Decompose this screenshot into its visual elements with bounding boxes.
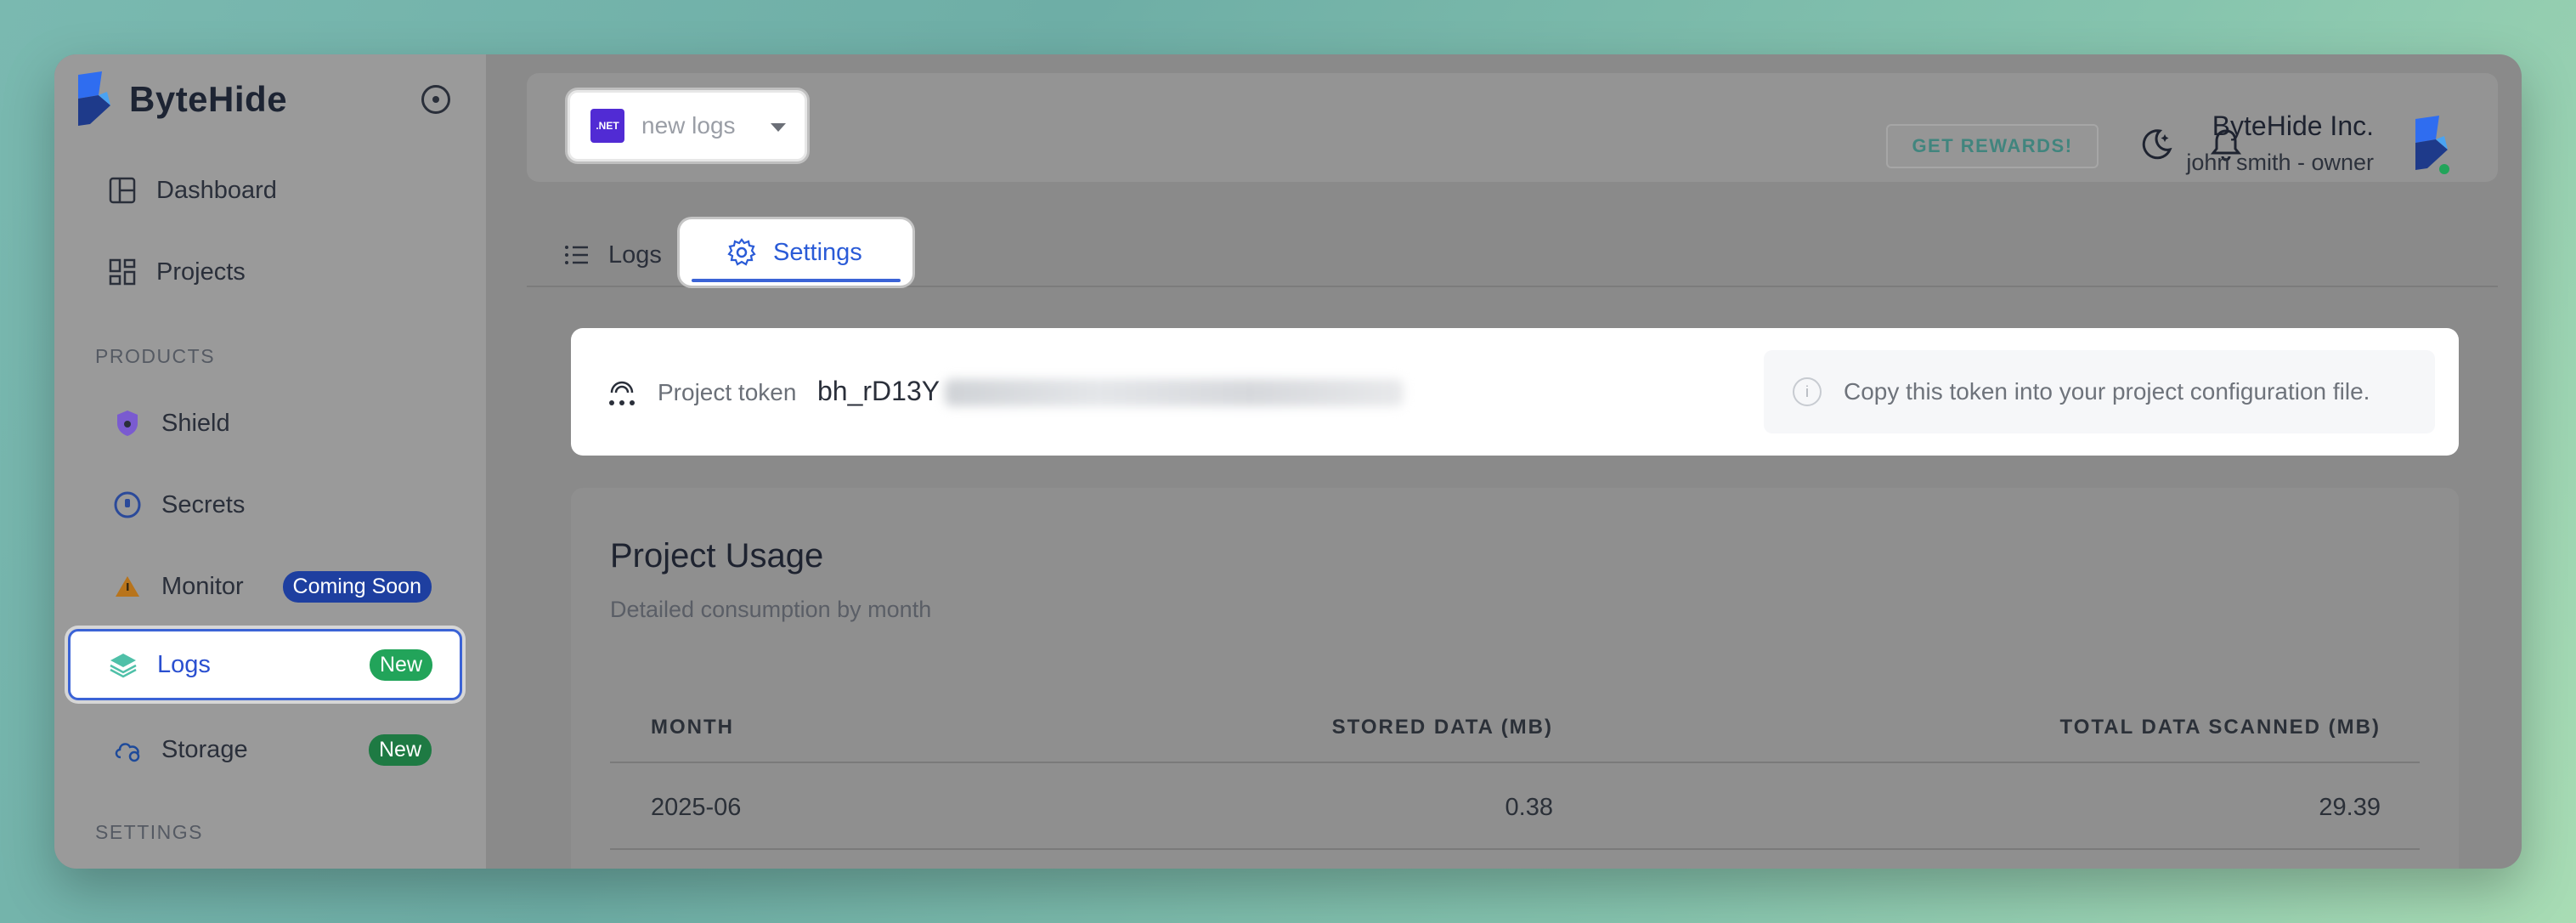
cell-month: 2025-06 xyxy=(651,794,742,821)
sidebar-item-projects[interactable]: Projects xyxy=(70,236,462,308)
app-window: ByteHide Dashboard Projects PRODUCTS Shi… xyxy=(54,54,2522,869)
fingerprint-key-icon xyxy=(609,381,635,405)
cell-stored: 0.38 xyxy=(1505,794,1553,821)
usage-subtitle: Detailed consumption by month xyxy=(610,597,932,622)
monitor-warning-icon xyxy=(112,571,143,602)
dotnet-icon: .NET xyxy=(590,109,624,143)
gear-icon xyxy=(727,238,756,266)
moon-icon[interactable] xyxy=(2138,126,2175,163)
cell-total: 29.39 xyxy=(2319,794,2381,821)
tab-bar: Logs Settings xyxy=(527,219,2498,287)
usage-table-header: MONTH STORED DATA (MB) TOTAL DATA SCANNE… xyxy=(610,704,2420,763)
token-hint-text: Copy this token into your project config… xyxy=(1844,378,2370,405)
get-rewards-button[interactable]: GET REWARDS! xyxy=(1886,124,2099,168)
sidebar-item-label: Monitor xyxy=(161,572,244,600)
project-select[interactable]: .NET new logs xyxy=(568,90,807,161)
brand[interactable]: ByteHide xyxy=(73,71,287,127)
online-status-dot xyxy=(2437,161,2452,177)
column-header-total: TOTAL DATA SCANNED (MB) xyxy=(2059,716,2381,739)
usage-title: Project Usage xyxy=(610,537,824,575)
sidebar: ByteHide Dashboard Projects PRODUCTS Shi… xyxy=(54,54,486,869)
tab-label: Settings xyxy=(773,238,862,266)
tab-label: Logs xyxy=(608,241,662,269)
main-content: GET REWARDS! ByteHide Inc. john smith - … xyxy=(486,54,2522,869)
new-badge: New xyxy=(369,648,432,681)
new-badge: New xyxy=(368,733,432,766)
token-hint: i Copy this token into your project conf… xyxy=(1764,350,2435,433)
tab-settings[interactable]: Settings xyxy=(680,219,912,286)
project-usage-card: Project Usage Detailed consumption by mo… xyxy=(571,488,2459,869)
sidebar-item-storage[interactable]: Storage New xyxy=(70,714,462,785)
sidebar-item-label: Secrets xyxy=(161,490,246,518)
dashboard-icon xyxy=(107,175,138,206)
sidebar-section-products: PRODUCTS xyxy=(95,345,216,367)
column-header-month: MONTH xyxy=(651,716,734,739)
info-icon: i xyxy=(1793,377,1822,406)
user-role: john smith - owner xyxy=(2186,150,2374,175)
list-icon xyxy=(565,246,588,264)
sidebar-item-dashboard[interactable]: Dashboard xyxy=(70,155,462,226)
project-select-value: new logs xyxy=(641,112,736,139)
sidebar-item-label: Storage xyxy=(161,735,248,763)
bytehide-logo-icon xyxy=(78,71,110,126)
sidebar-item-shield[interactable]: Shield xyxy=(70,388,462,459)
sidebar-item-label: Dashboard xyxy=(156,176,277,204)
tab-logs[interactable]: Logs xyxy=(562,224,662,286)
sidebar-section-settings: SETTINGS xyxy=(95,821,204,843)
sidebar-item-label: Shield xyxy=(161,409,230,437)
logs-layers-icon xyxy=(108,649,138,680)
sidebar-collapse-button[interactable] xyxy=(421,85,450,114)
brand-name: ByteHide xyxy=(129,79,288,119)
sidebar-item-monitor[interactable]: Monitor Coming Soon xyxy=(70,551,462,622)
column-header-stored: STORED DATA (MB) xyxy=(1331,716,1553,739)
sidebar-item-label: Projects xyxy=(156,258,246,286)
sidebar-item-logs[interactable]: Logs New xyxy=(68,629,462,700)
project-token-value[interactable]: bh_rD13Y xyxy=(817,376,940,407)
user-company: ByteHide Inc. xyxy=(2212,110,2374,141)
sidebar-item-label: Logs xyxy=(157,650,211,678)
secrets-lock-icon xyxy=(112,490,143,520)
coming-soon-badge: Coming Soon xyxy=(282,570,432,603)
project-token-label: Project token xyxy=(658,379,797,405)
cloud-storage-icon xyxy=(112,734,143,765)
projects-grid-icon xyxy=(107,257,138,287)
project-token-card: Project token bh_rD13Y i Copy this token… xyxy=(571,328,2459,456)
project-token-redacted xyxy=(945,379,1404,406)
top-bar: GET REWARDS! ByteHide Inc. john smith - … xyxy=(527,73,2498,182)
table-row: 2025-06 0.38 29.39 xyxy=(610,767,2420,850)
chevron-down-icon xyxy=(771,123,786,132)
sidebar-item-secrets[interactable]: Secrets xyxy=(70,469,462,541)
shield-icon xyxy=(112,408,143,439)
